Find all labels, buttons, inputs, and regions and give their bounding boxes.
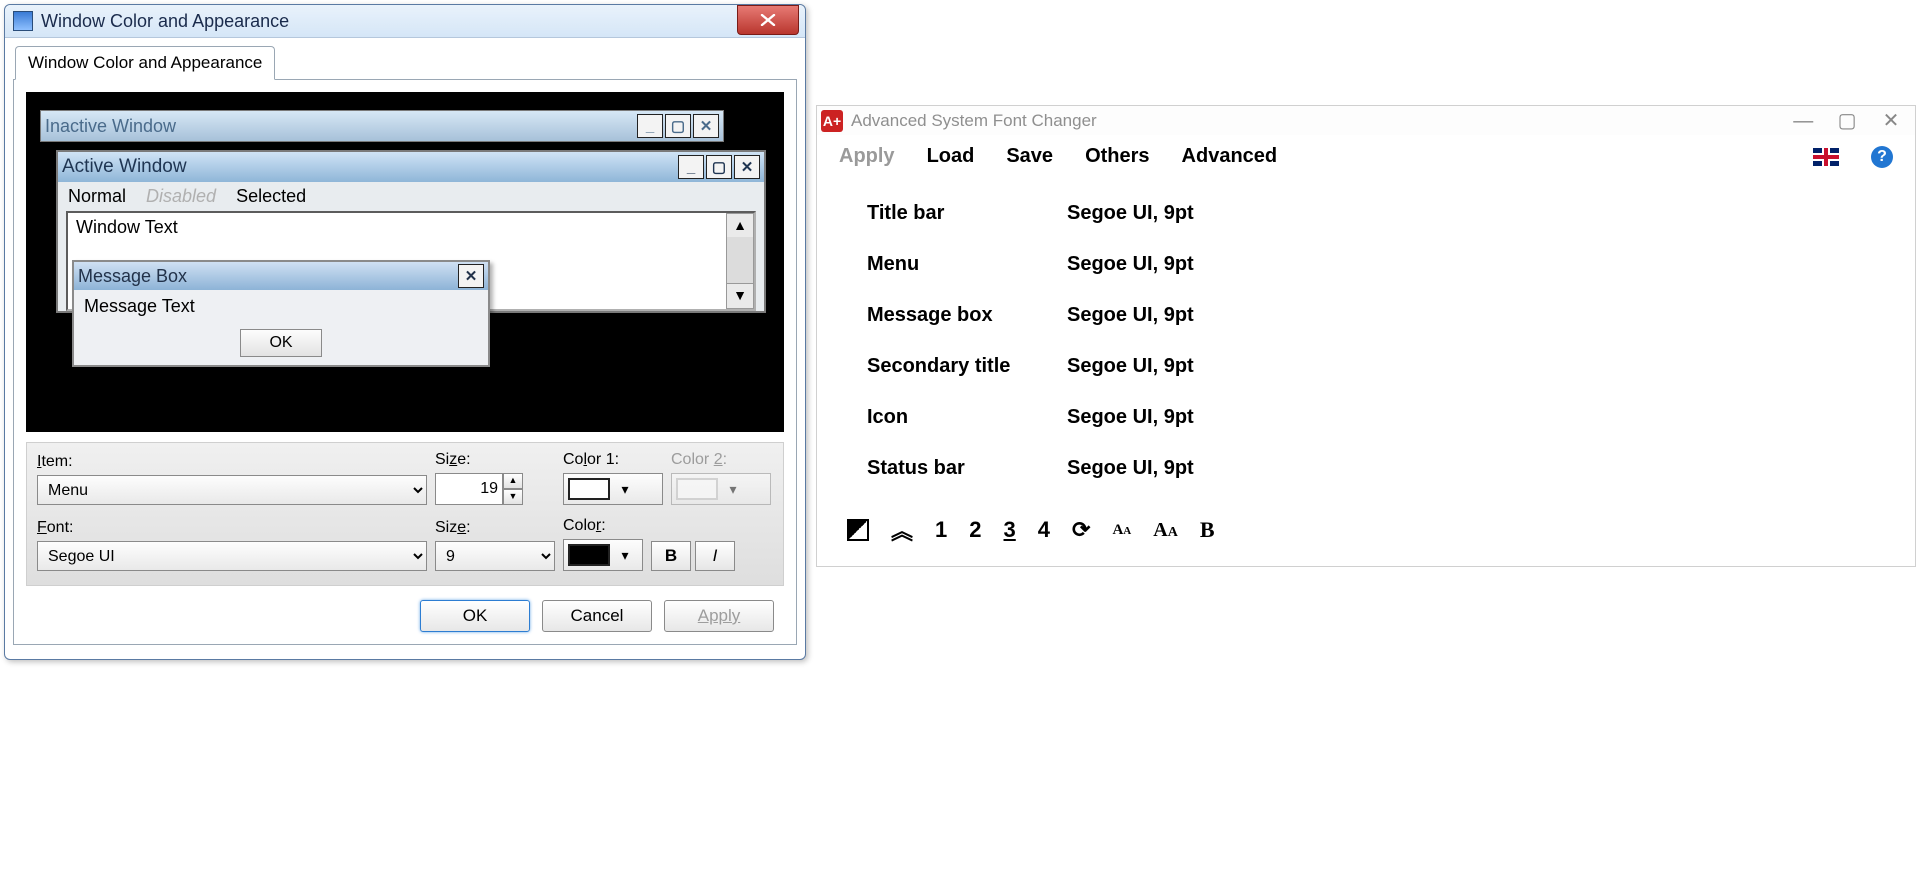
- app-icon: [13, 11, 33, 31]
- label-color1: Color 1:: [563, 451, 663, 469]
- maximize-icon[interactable]: ▢: [665, 114, 691, 138]
- font-size-dropdown[interactable]: 9: [435, 541, 555, 571]
- menu-save[interactable]: Save: [1006, 145, 1053, 168]
- label-size: Size:: [435, 451, 555, 469]
- scroll-up-button[interactable]: ▲: [726, 213, 754, 239]
- preset-2-button[interactable]: 2: [969, 517, 981, 543]
- label-font: Font:: [37, 519, 427, 537]
- list-item: Message boxSegoe UI, 9pt: [867, 290, 1865, 341]
- preset-1-button[interactable]: 1: [935, 517, 947, 543]
- list-item: IconSegoe UI, 9pt: [867, 392, 1865, 443]
- font-settings-list: Title barSegoe UI, 9pt MenuSegoe UI, 9pt…: [817, 178, 1915, 504]
- refresh-icon[interactable]: ⟳: [1072, 517, 1090, 543]
- minimize-icon[interactable]: _: [637, 114, 663, 138]
- list-item: Status barSegoe UI, 9pt: [867, 443, 1865, 494]
- italic-button[interactable]: I: [695, 541, 735, 571]
- menu-item-selected[interactable]: Selected: [236, 186, 306, 207]
- menu-advanced[interactable]: Advanced: [1182, 145, 1278, 168]
- tab-panel: Inactive Window _ ▢ ✕ Active Window _: [13, 79, 797, 645]
- close-button[interactable]: [737, 5, 799, 35]
- label-item: Item:: [37, 453, 427, 471]
- label-fcolor: Color:: [563, 517, 643, 535]
- window-title: Advanced System Font Changer: [851, 111, 1097, 131]
- color1-dropdown[interactable]: ▾: [563, 473, 663, 505]
- msgbox-ok-button[interactable]: OK: [240, 329, 321, 357]
- preview-menu-row: Normal Disabled Selected: [58, 182, 764, 211]
- chevron-down-icon: ▾: [614, 547, 636, 564]
- minimize-button[interactable]: —: [1783, 110, 1823, 133]
- window-color-appearance-dialog: Window Color and Appearance Window Color…: [4, 4, 806, 660]
- size-value[interactable]: [435, 473, 503, 505]
- msgbox-text: Message Text: [74, 290, 488, 329]
- preset-3-button[interactable]: 3: [1004, 517, 1016, 543]
- maximize-button[interactable]: ▢: [1827, 108, 1867, 133]
- flag-icon[interactable]: [1813, 148, 1839, 166]
- minimize-icon[interactable]: _: [678, 155, 704, 179]
- titlebar[interactable]: Window Color and Appearance: [5, 5, 805, 38]
- scroll-down-button[interactable]: ▼: [726, 283, 754, 309]
- label-style: [651, 519, 751, 537]
- apply-button: Apply: [664, 600, 774, 632]
- bold-button[interactable]: B: [1200, 517, 1215, 543]
- menu-item-normal[interactable]: Normal: [68, 186, 126, 207]
- menu-load[interactable]: Load: [927, 145, 975, 168]
- close-icon[interactable]: ✕: [734, 155, 760, 179]
- active-window-title: Active Window: [62, 156, 187, 178]
- close-icon: [759, 14, 777, 26]
- maximize-icon[interactable]: ▢: [706, 155, 732, 179]
- titlebar[interactable]: A+ Advanced System Font Changer — ▢ ✕: [817, 106, 1915, 135]
- window-title: Window Color and Appearance: [41, 11, 289, 32]
- close-button[interactable]: ✕: [1871, 108, 1911, 133]
- list-item: Secondary titleSegoe UI, 9pt: [867, 341, 1865, 392]
- menu-others[interactable]: Others: [1085, 145, 1149, 168]
- font-color-dropdown[interactable]: ▾: [563, 539, 643, 571]
- double-up-icon[interactable]: ︽: [891, 514, 913, 546]
- menu-bar: Apply Load Save Others Advanced ?: [817, 135, 1915, 178]
- bold-button[interactable]: B: [651, 541, 691, 571]
- menu-apply[interactable]: Apply: [839, 145, 895, 168]
- font-color-swatch: [568, 544, 610, 566]
- preview-area: Inactive Window _ ▢ ✕ Active Window _: [26, 92, 784, 432]
- list-item: MenuSegoe UI, 9pt: [867, 239, 1865, 290]
- font-dropdown[interactable]: Segoe UI: [37, 541, 427, 571]
- font-changer-window: A+ Advanced System Font Changer — ▢ ✕ Ap…: [816, 105, 1916, 567]
- menu-item-disabled: Disabled: [146, 186, 216, 207]
- label-fsize: Size:: [435, 519, 555, 537]
- ok-button[interactable]: OK: [420, 600, 530, 632]
- inactive-window-title: Inactive Window: [45, 116, 176, 137]
- label-color2: Color 2:: [671, 451, 771, 469]
- preview-message-box[interactable]: Message Box ✕ Message Text OK: [72, 260, 490, 367]
- chevron-down-icon: ▾: [722, 481, 744, 498]
- font-size-large-icon[interactable]: AA: [1153, 519, 1178, 542]
- toolbar: ︽ 1 2 3 4 ⟳ AA AA B: [817, 504, 1915, 566]
- close-icon[interactable]: ✕: [693, 114, 719, 138]
- cancel-button[interactable]: Cancel: [542, 600, 652, 632]
- color1-swatch: [568, 478, 610, 500]
- chevron-down-icon: ▾: [614, 481, 636, 498]
- font-size-small-icon[interactable]: AA: [1112, 522, 1131, 539]
- contrast-icon[interactable]: [847, 519, 869, 541]
- msgbox-title: Message Box: [78, 266, 187, 287]
- list-item: Title barSegoe UI, 9pt: [867, 188, 1865, 239]
- color2-dropdown: ▾: [671, 473, 771, 505]
- tab-window-color[interactable]: Window Color and Appearance: [15, 46, 275, 80]
- color2-swatch: [676, 478, 718, 500]
- spin-up-icon[interactable]: ▲: [503, 473, 523, 489]
- scroll-track[interactable]: [726, 237, 754, 285]
- preview-inactive-window[interactable]: Inactive Window _ ▢ ✕: [40, 110, 724, 142]
- app-icon: A+: [821, 110, 843, 132]
- item-dropdown[interactable]: Menu: [37, 475, 427, 505]
- controls-panel: Item: Menu Size: ▲ ▼: [26, 442, 784, 586]
- close-icon[interactable]: ✕: [458, 264, 484, 288]
- size-spinner[interactable]: ▲ ▼: [435, 473, 555, 505]
- help-icon[interactable]: ?: [1871, 146, 1893, 168]
- spin-down-icon[interactable]: ▼: [503, 489, 523, 505]
- preset-4-button[interactable]: 4: [1038, 517, 1050, 543]
